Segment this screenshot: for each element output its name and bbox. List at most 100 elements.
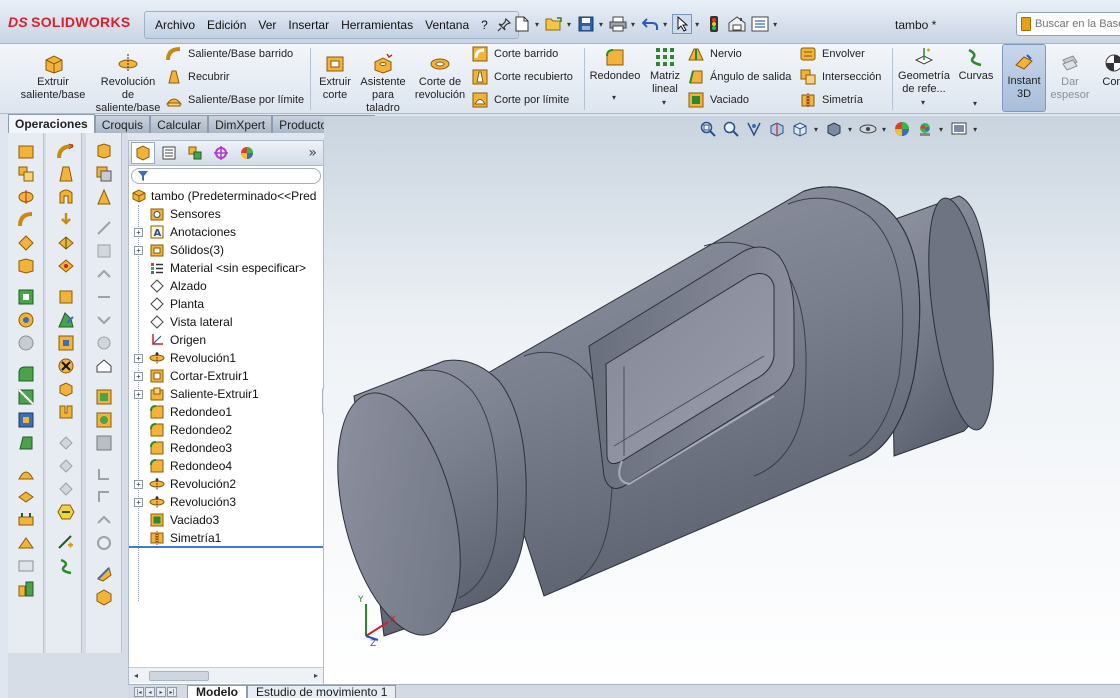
lofted-boss-button[interactable]: Recubrir — [166, 69, 230, 85]
graphics-viewport[interactable]: ▾ ▾ ▾ ▾ ▾ Y X Z — [324, 116, 1120, 684]
save-dropdown-icon[interactable]: ▾ — [599, 20, 603, 29]
tree-item-redondeo3[interactable]: Redondeo3 — [129, 439, 323, 457]
undo-icon[interactable] — [640, 14, 660, 34]
expand-toggle-icon[interactable]: + — [134, 245, 143, 255]
configuration-manager-tab-icon[interactable] — [183, 142, 207, 164]
tree-item-vista-lateral[interactable]: Vista lateral — [129, 313, 323, 331]
curves-tool-icon[interactable] — [56, 556, 76, 576]
linear-pattern-button[interactable]: Matriz lineal ▾ — [646, 46, 684, 109]
menu-help[interactable]: ? — [475, 18, 494, 32]
display-manager-tab-icon[interactable] — [235, 142, 259, 164]
swept-boss-tool-icon[interactable] — [56, 141, 76, 161]
dimxpert-manager-tab-icon[interactable] — [209, 142, 233, 164]
tab-dimxpert[interactable]: DimXpert — [208, 115, 273, 133]
curves-dropdown-icon[interactable]: ▾ — [973, 97, 977, 110]
rib-tool-icon[interactable] — [56, 233, 76, 253]
expand-toggle-icon[interactable]: + — [134, 389, 143, 399]
options-dropdown-icon[interactable]: ▾ — [773, 20, 777, 29]
fillet-button[interactable]: Redondeo ▾ — [588, 46, 642, 104]
swept-cut-button[interactable]: Corte barrido — [472, 46, 558, 62]
chamfer-tool-icon[interactable] — [16, 387, 36, 407]
shell-tool-icon[interactable] — [16, 410, 36, 430]
disabled-tool-1-icon[interactable] — [56, 433, 76, 453]
first-tab-icon[interactable]: |◂ — [134, 686, 144, 697]
intersect-tool-icon[interactable] — [94, 164, 114, 184]
intersect-button[interactable]: Intersección — [800, 69, 881, 85]
solidworks-logo[interactable]: DS SOLIDWORKS — [8, 14, 131, 30]
extrude-boss-tool-icon[interactable] — [16, 141, 36, 161]
face-fillet-tool-icon[interactable] — [56, 402, 76, 422]
tab-calcular[interactable]: Calcular — [150, 115, 209, 133]
curves-button[interactable]: Curvas ▾ — [956, 46, 996, 110]
select-arrow-icon[interactable] — [672, 14, 693, 34]
extrude-boss-button[interactable]: Extruir saliente/base — [18, 52, 88, 102]
next-tab-icon[interactable]: ▸ — [156, 686, 166, 697]
wrap-emboss-tool-icon[interactable] — [56, 256, 76, 276]
dome-tool-icon[interactable] — [16, 464, 36, 484]
menu-archivo[interactable]: Archivo — [149, 18, 201, 32]
loft-tool-icon[interactable] — [16, 210, 36, 230]
tree-item-material-sin-especificar[interactable]: Material <sin especificar> — [129, 259, 323, 277]
pattern-dropdown-icon[interactable]: ▾ — [662, 96, 666, 109]
disabled-tool-3-icon[interactable] — [56, 479, 76, 499]
save-icon[interactable] — [576, 14, 596, 34]
disabled-tool-11-icon[interactable] — [94, 487, 114, 507]
tree-item-alzado[interactable]: Alzado — [129, 277, 323, 295]
tree-item-vaciado3[interactable]: Vaciado3 — [129, 511, 323, 529]
disabled-tool-2-icon[interactable] — [56, 456, 76, 476]
tree-item-redondeo1[interactable]: Redondeo1 — [129, 403, 323, 421]
swept-cut-tool-icon[interactable] — [56, 287, 76, 307]
expand-toggle-icon[interactable]: + — [134, 497, 143, 507]
options-icon[interactable] — [750, 14, 770, 34]
tree-item-simetría1[interactable]: Simetría1 — [129, 529, 323, 547]
menu-insertar[interactable]: Insertar — [282, 18, 335, 32]
split-line-tool-icon[interactable] — [94, 387, 114, 407]
tree-item-redondeo2[interactable]: Redondeo2 — [129, 421, 323, 439]
undo-dropdown-icon[interactable]: ▾ — [663, 20, 667, 29]
boundary-boss-tool-icon[interactable] — [56, 187, 76, 207]
tree-filter[interactable] — [131, 168, 321, 184]
extrude-cut-button[interactable]: Extruir corte — [316, 52, 354, 102]
wrap-button[interactable]: Envolver — [800, 46, 865, 62]
fillet-dropdown-icon[interactable]: ▾ — [612, 91, 616, 104]
mirror-body-tool-icon[interactable] — [56, 310, 76, 330]
lofted-cut-button[interactable]: Corte recubierto — [472, 69, 573, 85]
menu-ver[interactable]: Ver — [252, 18, 282, 32]
tab-estudio-movimiento[interactable]: Estudio de movimiento 1 — [247, 685, 397, 698]
hole-tool-icon[interactable] — [16, 310, 36, 330]
revolve-cut-button[interactable]: Corte de revolución — [414, 52, 466, 102]
com-button[interactable]: Com — [1094, 52, 1120, 89]
hole-wizard-button[interactable]: Asistente para taladro — [358, 52, 408, 115]
home-tool-icon[interactable] — [94, 356, 114, 376]
open-folder-icon[interactable] — [544, 14, 564, 34]
tree-item-origen[interactable]: Origen — [129, 331, 323, 349]
box-tool-icon[interactable] — [94, 587, 114, 607]
revolve-boss-button[interactable]: Revolución de saliente/base — [96, 52, 160, 115]
boundary-tool-icon[interactable] — [16, 233, 36, 253]
thicken-tool-icon[interactable] — [16, 256, 36, 276]
grid-tool-icon[interactable] — [94, 433, 114, 453]
tab-operaciones[interactable]: Operaciones — [8, 114, 95, 133]
instant3d-button[interactable]: Instant 3D — [1002, 44, 1046, 112]
pin-icon[interactable] — [494, 15, 514, 35]
delete-body-tool-icon[interactable] — [56, 356, 76, 376]
rib-button[interactable]: Nervio — [688, 46, 742, 62]
disabled-tool-10-icon[interactable] — [94, 464, 114, 484]
sweep-tool-icon[interactable] — [16, 187, 36, 207]
tree-item-saliente-extruir1[interactable]: + Saliente-Extruir1 — [129, 385, 323, 403]
search-box[interactable] — [1016, 12, 1120, 36]
surface-tool-icon[interactable] — [94, 141, 114, 161]
print-icon[interactable] — [608, 14, 628, 34]
split-tool-icon[interactable] — [16, 533, 36, 553]
feature-tree-tab-icon[interactable] — [131, 142, 155, 164]
menu-herramientas[interactable]: Herramientas — [335, 18, 419, 32]
cavity-tool-icon[interactable] — [94, 187, 114, 207]
scroll-left-icon[interactable]: ◂ — [129, 671, 143, 680]
disabled-tool-5-icon[interactable] — [94, 241, 114, 261]
menu-ventana[interactable]: Ventana — [419, 18, 475, 32]
new-document-icon[interactable] — [512, 14, 532, 34]
expand-toggle-icon[interactable]: + — [134, 479, 143, 489]
tree-item-planta[interactable]: Planta — [129, 295, 323, 313]
disabled-tool-9-icon[interactable] — [94, 333, 114, 353]
tree-item-revolución2[interactable]: + Revolución2 — [129, 475, 323, 493]
